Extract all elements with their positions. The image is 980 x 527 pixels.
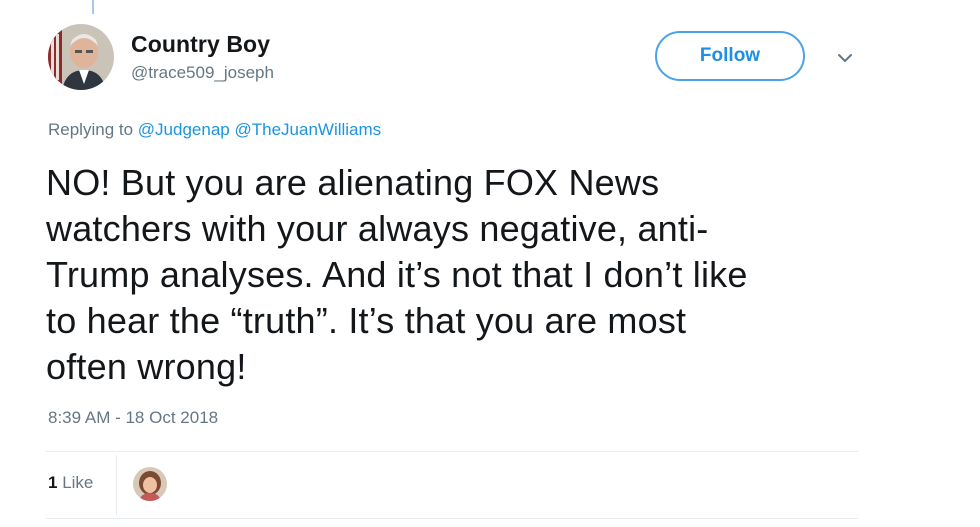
mention-link-thejuanwilliams[interactable]: @TheJuanWilliams bbox=[234, 120, 381, 139]
stats-divider-top bbox=[46, 451, 858, 452]
reply-context-prefix: Replying to bbox=[48, 120, 134, 139]
tweet-text-line: to hear the “truth”. It’s that you are m… bbox=[46, 300, 687, 341]
tweet-text-line: Trump analyses. And it’s not that I don’… bbox=[46, 254, 748, 295]
profile-photo-icon bbox=[48, 24, 114, 90]
tweet-text-line: watchers with your always negative, anti… bbox=[46, 208, 709, 249]
tweet-text-line: often wrong! bbox=[46, 346, 247, 387]
likes-stat[interactable]: 1 Like bbox=[48, 473, 93, 493]
author-avatar[interactable] bbox=[48, 24, 114, 90]
stats-separator bbox=[116, 455, 117, 515]
author-info: Country Boy @trace509_joseph bbox=[131, 30, 274, 86]
like-count: 1 bbox=[48, 473, 58, 492]
follow-button[interactable]: Follow bbox=[655, 31, 805, 81]
tweet-timestamp[interactable]: 8:39 AM - 18 Oct 2018 bbox=[48, 408, 218, 428]
chevron-down-icon[interactable] bbox=[834, 47, 856, 69]
stats-divider-bottom bbox=[46, 518, 858, 519]
author-display-name[interactable]: Country Boy bbox=[131, 30, 274, 58]
liker-avatar[interactable] bbox=[133, 467, 167, 501]
like-label: Like bbox=[62, 473, 94, 492]
reply-context: Replying to @Judgenap @TheJuanWilliams bbox=[48, 120, 381, 140]
liker-photo-icon bbox=[133, 467, 167, 501]
thread-line bbox=[92, 0, 94, 14]
tweet-card: Country Boy @trace509_joseph Follow Repl… bbox=[0, 0, 980, 527]
author-handle[interactable]: @trace509_joseph bbox=[131, 60, 274, 86]
mention-link-judgenap[interactable]: @Judgenap bbox=[138, 120, 230, 139]
tweet-text-line: NO! But you are alienating FOX News bbox=[46, 162, 660, 203]
tweet-text: NO! But you are alienating FOX News watc… bbox=[46, 160, 876, 390]
